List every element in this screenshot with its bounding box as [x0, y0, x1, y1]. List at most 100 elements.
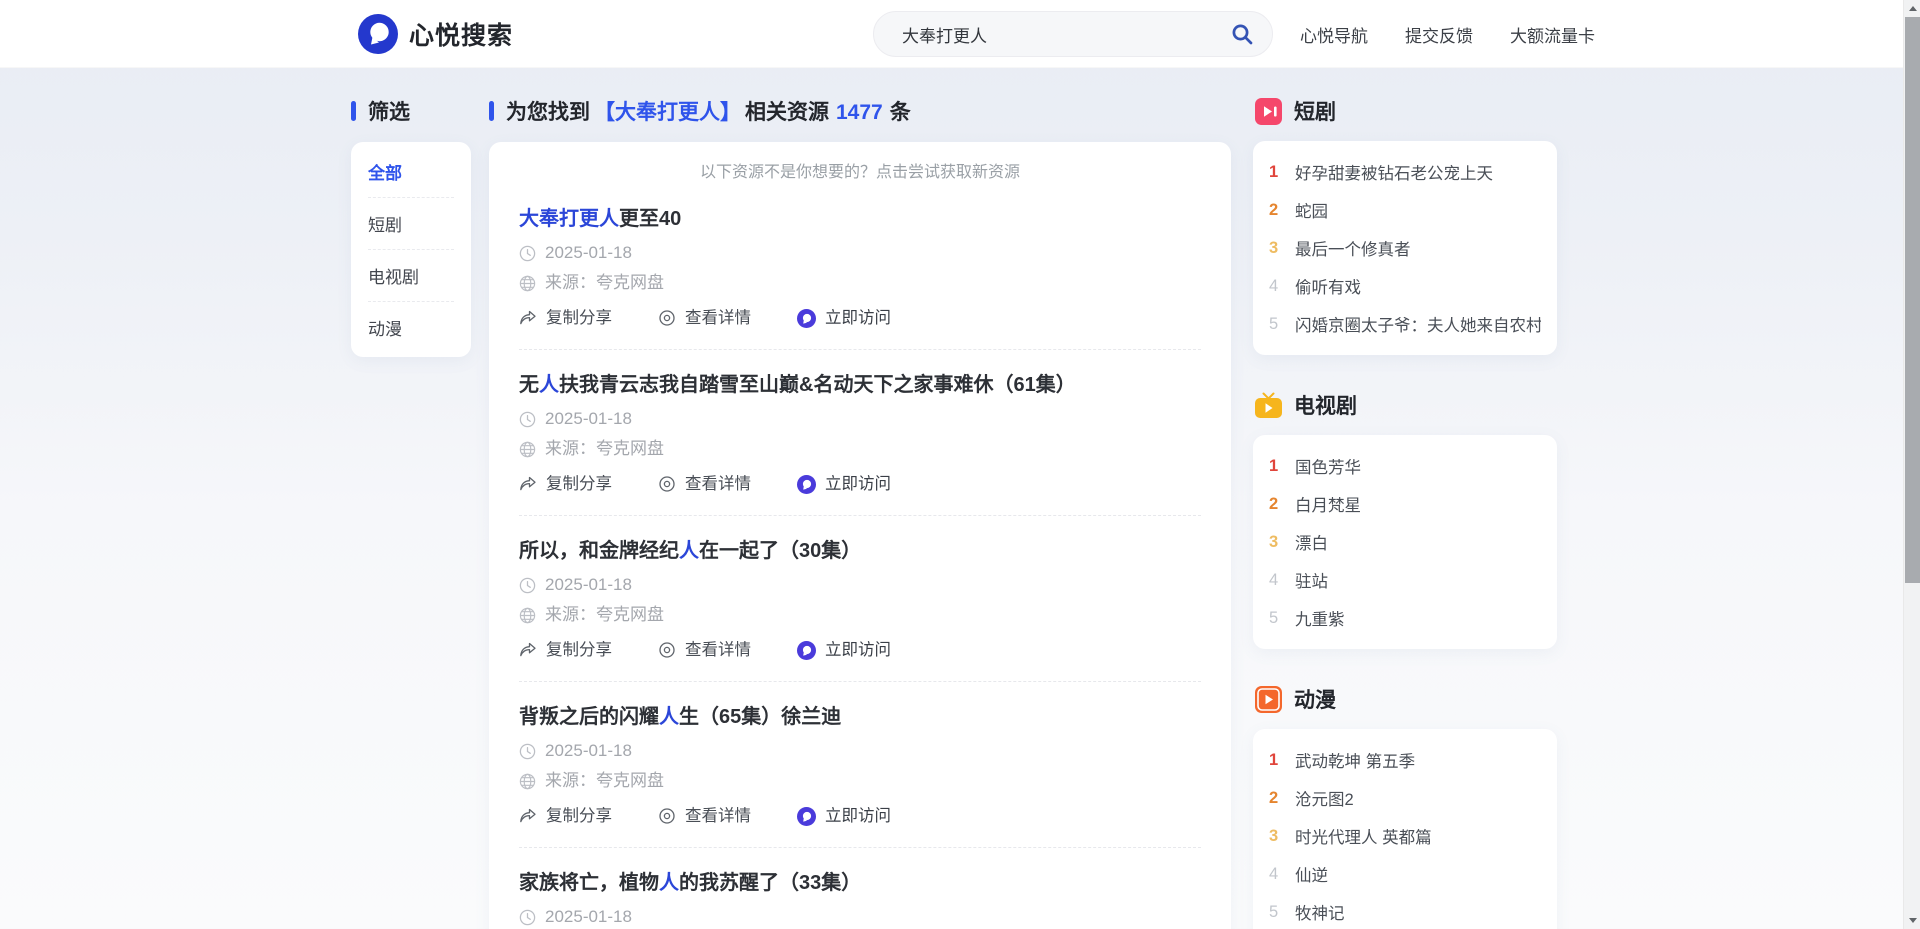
search-button[interactable]	[1230, 21, 1256, 47]
rank-item-label: 驻站	[1295, 568, 1328, 592]
filter-item-tv-drama[interactable]: 电视剧	[368, 250, 454, 302]
ranking-section-anime: 动漫 1武动乾坤 第五季 2沧元图2 3时光代理人 英都篇 4仙逆 5牧神记	[1253, 684, 1557, 929]
rank-number: 2	[1269, 201, 1283, 220]
result-title-link[interactable]: 无人扶我青云志我自踏雪至山巅&名动天下之家事难休（61集）	[519, 372, 1201, 398]
refresh-resources-link[interactable]: 以下资源不是你想要的？点击尝试获取新资源	[519, 162, 1201, 184]
rank-number: 5	[1269, 315, 1283, 334]
ranking-title: 动漫	[1294, 684, 1336, 714]
results-main: 为您找到 【大奉打更人】 相关资源 1477 条 以下资源不是你想要的？点击尝试…	[489, 96, 1231, 929]
ranking-item[interactable]: 5 闪婚京圈太子爷：夫人她来自农村	[1253, 305, 1557, 343]
ranking-item[interactable]: 4驻站	[1253, 561, 1557, 599]
rank-item-label: 仙逆	[1295, 862, 1328, 886]
ranking-item[interactable]: 3最后一个修真者	[1253, 229, 1557, 267]
view-details-label: 查看详情	[685, 639, 751, 661]
view-details-button[interactable]: 查看详情	[658, 639, 751, 661]
result-source: 来源：夸克网盘	[545, 605, 664, 625]
result-actions: 复制分享 查看详情 立即访问	[519, 805, 1201, 827]
filter-title: 筛选	[368, 96, 410, 126]
results-summary-middle: 相关资源	[745, 96, 829, 126]
result-date: 2025-01-18	[545, 741, 632, 761]
result-title-link[interactable]: 大奉打更人更至40	[519, 206, 1201, 232]
clock-icon	[519, 245, 536, 262]
title-text: 背叛之后的闪耀	[519, 706, 659, 728]
rank-number: 1	[1269, 457, 1283, 476]
result-title-link[interactable]: 家族将亡，植物人的我苏醒了（33集）	[519, 870, 1201, 896]
title-text: 所以，和金牌经纪	[519, 540, 679, 562]
title-keyword-highlight: 人	[539, 374, 559, 396]
copy-share-button[interactable]: 复制分享	[519, 307, 612, 329]
result-source-row: 来源：夸克网盘	[519, 771, 1201, 791]
result-title-link[interactable]: 所以，和金牌经纪人在一起了（30集）	[519, 538, 1201, 564]
rank-item-label: 最后一个修真者	[1295, 236, 1411, 260]
ranking-item[interactable]: 1好孕甜妻被钻石老公宠上天	[1253, 153, 1557, 191]
rank-number: 1	[1269, 163, 1283, 182]
ranking-item[interactable]: 3时光代理人 英都篇	[1253, 817, 1557, 855]
ranking-item[interactable]: 1武动乾坤 第五季	[1253, 741, 1557, 779]
result-source: 来源：夸克网盘	[545, 273, 664, 293]
share-arrow-icon	[519, 642, 537, 658]
result-date-row: 2025-01-18	[519, 243, 1201, 263]
results-section-head: 为您找到 【大奉打更人】 相关资源 1477 条	[489, 96, 1231, 126]
ranking-item[interactable]: 2白月梵星	[1253, 485, 1557, 523]
visit-now-button[interactable]: 立即访问	[797, 307, 891, 329]
result-date: 2025-01-18	[545, 575, 632, 595]
rank-number: 3	[1269, 533, 1283, 552]
ranking-item[interactable]: 5牧神记	[1253, 893, 1557, 929]
result-source: 来源：夸克网盘	[545, 439, 664, 459]
copy-share-button[interactable]: 复制分享	[519, 639, 612, 661]
visit-now-button[interactable]: 立即访问	[797, 805, 891, 827]
ranking-item[interactable]: 2蛇园	[1253, 191, 1557, 229]
result-title-link[interactable]: 背叛之后的闪耀人生（65集）徐兰迪	[519, 704, 1201, 730]
filter-item-short-drama[interactable]: 短剧	[368, 198, 454, 250]
rank-item-label: 漂白	[1295, 530, 1328, 554]
copy-share-button[interactable]: 复制分享	[519, 805, 612, 827]
visit-now-button[interactable]: 立即访问	[797, 639, 891, 661]
search-input[interactable]	[902, 24, 1230, 44]
top-navigation: 心悦导航 提交反馈 大额流量卡	[1300, 0, 1595, 68]
nav-link-navigation[interactable]: 心悦导航	[1300, 22, 1368, 47]
ranking-title: 电视剧	[1294, 390, 1357, 420]
ranking-item[interactable]: 5九重紫	[1253, 599, 1557, 637]
top-header: 心悦搜索 心悦导航 提交反馈 大额流量卡	[0, 0, 1920, 68]
rank-item-label: 牧神记	[1295, 900, 1345, 924]
ranking-item[interactable]: 4偷听有戏	[1253, 267, 1557, 305]
eye-icon	[658, 475, 676, 493]
nav-link-data-card[interactable]: 大额流量卡	[1510, 22, 1595, 47]
ranking-item[interactable]: 2沧元图2	[1253, 779, 1557, 817]
view-details-button[interactable]: 查看详情	[658, 473, 751, 495]
title-text: 生（65集）徐兰迪	[679, 706, 841, 728]
visit-now-label: 立即访问	[825, 307, 891, 329]
nav-link-feedback[interactable]: 提交反馈	[1405, 22, 1473, 47]
view-details-button[interactable]: 查看详情	[658, 307, 751, 329]
filter-item-all[interactable]: 全部	[368, 146, 454, 198]
copy-share-button[interactable]: 复制分享	[519, 473, 612, 495]
result-date-row: 2025-01-18	[519, 575, 1201, 595]
rank-item-label: 九重紫	[1295, 606, 1345, 630]
short-drama-play-icon	[1255, 98, 1282, 125]
vertical-scrollbar[interactable]	[1903, 0, 1920, 929]
scroll-down-arrow-icon[interactable]	[1904, 912, 1920, 929]
scroll-up-arrow-icon[interactable]	[1904, 0, 1920, 17]
filter-section-head: 筛选	[351, 96, 471, 126]
filter-item-anime[interactable]: 动漫	[368, 302, 454, 353]
result-item: 大奉打更人更至40 2025-01-18 来源：夸克网盘 复制分享 查看详情	[519, 184, 1201, 350]
anime-play-icon	[1255, 686, 1282, 713]
visit-now-button[interactable]: 立即访问	[797, 473, 891, 495]
ranking-head: 动漫	[1253, 684, 1557, 714]
ranking-item[interactable]: 4仙逆	[1253, 855, 1557, 893]
brand-logo[interactable]: 心悦搜索	[358, 14, 513, 54]
result-item: 背叛之后的闪耀人生（65集）徐兰迪 2025-01-18 来源：夸克网盘 复制分…	[519, 682, 1201, 848]
rank-item-label: 闪婚京圈太子爷：夫人她来自农村	[1295, 312, 1541, 336]
section-accent-bar	[489, 101, 494, 121]
title-text: 扶我青云志我自踏雪至山巅&名动天下之家事难休（61集）	[559, 374, 1076, 396]
view-details-button[interactable]: 查看详情	[658, 805, 751, 827]
scrollbar-thumb[interactable]	[1905, 17, 1920, 583]
copy-share-label: 复制分享	[546, 805, 612, 827]
rank-item-label: 偷听有戏	[1295, 274, 1361, 298]
title-text: 的我苏醒了（33集）	[679, 872, 861, 894]
result-item: 家族将亡，植物人的我苏醒了（33集） 2025-01-18	[519, 848, 1201, 929]
globe-icon	[519, 275, 536, 292]
ranking-item[interactable]: 3 漂白	[1253, 523, 1557, 561]
ranking-item[interactable]: 1国色芳华	[1253, 447, 1557, 485]
visit-now-label: 立即访问	[825, 805, 891, 827]
